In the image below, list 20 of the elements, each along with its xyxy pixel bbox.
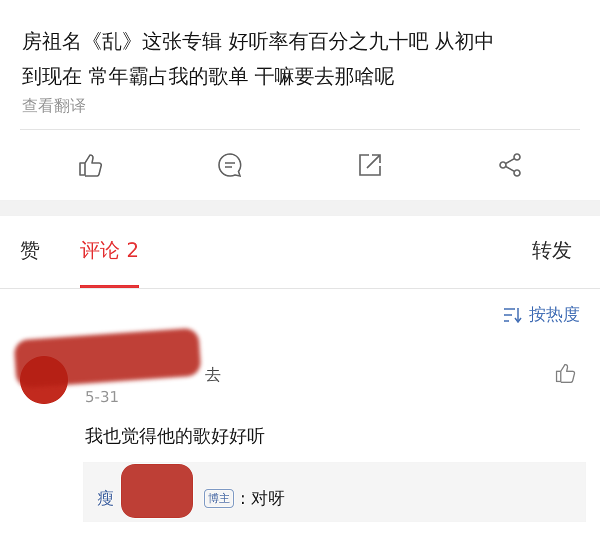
comment-date: 5-31	[85, 388, 120, 406]
thumbs-up-icon[interactable]	[77, 152, 103, 178]
tab[interactable]: 转发	[532, 216, 572, 288]
comment-author[interactable]: 去	[205, 365, 221, 386]
translate-link[interactable]: 查看翻译	[22, 96, 86, 117]
sort-button[interactable]: 按热度	[503, 303, 580, 326]
reply-text: : 对呀	[240, 488, 286, 510]
redaction-mark	[121, 464, 193, 518]
post-text: 到现在 常年霸占我的歌单 干嘛要去那啥呢	[22, 63, 396, 90]
share-icon[interactable]	[497, 152, 523, 178]
thumbs-up-icon[interactable]	[554, 362, 576, 384]
reply-author[interactable]: 瘦	[97, 486, 114, 510]
sort-icon	[503, 306, 523, 322]
tab[interactable]: 评论 2	[80, 216, 140, 288]
post-text: 房祖名《乱》这张专辑 好听率有百分之九十吧 从初中	[22, 28, 496, 55]
tab[interactable]: 赞	[20, 216, 40, 288]
author-badge: 博主	[204, 488, 234, 508]
comment-icon[interactable]	[217, 152, 243, 178]
repost-icon[interactable]	[357, 152, 383, 178]
comment-text: 我也觉得他的歌好好听	[85, 425, 266, 448]
